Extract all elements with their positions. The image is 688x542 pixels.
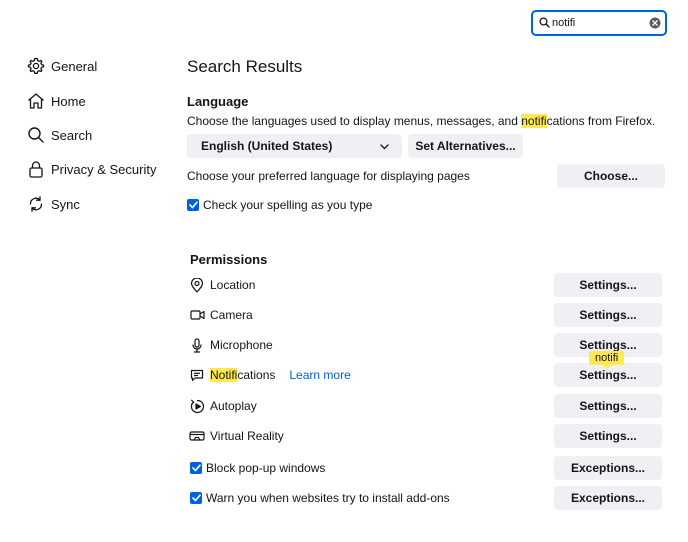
language-description: Choose the languages used to display men… <box>187 114 656 128</box>
pages-language-description: Choose your preferred language for displ… <box>187 169 470 183</box>
permission-row-virtual-reality: Virtual Reality <box>189 426 284 446</box>
search-highlight: notifi <box>521 114 547 128</box>
permission-label: Microphone <box>210 338 273 352</box>
popup-exceptions-button[interactable]: Exceptions... <box>554 456 662 480</box>
choose-language-button[interactable]: Choose... <box>557 164 665 188</box>
sidebar-item-label: Home <box>51 93 86 109</box>
permission-row-notifications: Notifications Learn more <box>189 365 351 385</box>
permission-row-autoplay: Autoplay <box>189 396 257 416</box>
autoplay-settings-button[interactable]: Settings... <box>554 394 662 418</box>
search-tooltip: notifi <box>589 351 625 369</box>
microphone-icon <box>189 337 205 353</box>
language-select-value: English (United States) <box>201 139 333 153</box>
lock-icon <box>26 159 46 179</box>
sidebar-item-home[interactable]: Home <box>26 89 86 113</box>
page-title: Search Results <box>187 57 303 76</box>
sidebar-item-sync[interactable]: Sync <box>26 192 80 216</box>
addon-exceptions-button[interactable]: Exceptions... <box>554 486 662 510</box>
vr-settings-button[interactable]: Settings... <box>554 424 662 448</box>
location-settings-button[interactable]: Settings... <box>554 273 662 297</box>
language-select[interactable]: English (United States) <box>187 134 402 158</box>
permission-label: Camera <box>210 308 253 322</box>
camera-icon <box>189 307 205 323</box>
spellcheck-row: Check your spelling as you type <box>187 198 372 212</box>
permission-label: Notifications <box>210 368 276 382</box>
search-box[interactable] <box>531 10 667 36</box>
search-highlight: Notifi <box>210 368 238 382</box>
notification-icon <box>189 367 205 383</box>
permission-row-location: Location <box>189 275 255 295</box>
warn-addons-label: Warn you when websites try to install ad… <box>206 491 450 505</box>
permission-row-microphone: Microphone <box>189 335 273 355</box>
permission-label: Virtual Reality <box>210 429 284 443</box>
language-heading: Language <box>187 94 249 109</box>
spellcheck-checkbox[interactable] <box>187 199 199 211</box>
search-input[interactable] <box>552 13 648 33</box>
autoplay-icon <box>189 398 205 414</box>
block-popups-checkbox[interactable] <box>190 462 202 474</box>
learn-more-link[interactable]: Learn more <box>289 368 350 382</box>
warn-addons-row: Warn you when websites try to install ad… <box>190 491 450 505</box>
permission-label: Location <box>210 278 256 292</box>
clear-search-icon[interactable] <box>649 17 661 29</box>
warn-addons-checkbox[interactable] <box>190 492 202 504</box>
permissions-heading: Permissions <box>190 252 268 267</box>
block-popups-row: Block pop-up windows <box>190 461 325 475</box>
home-icon <box>26 91 46 111</box>
sidebar-item-label: General <box>51 58 98 74</box>
sidebar-item-search[interactable]: Search <box>26 123 92 147</box>
permission-label: Autoplay <box>210 399 257 413</box>
sidebar-item-general[interactable]: General <box>26 54 97 78</box>
chevron-down-icon <box>380 144 389 150</box>
spellcheck-label: Check your spelling as you type <box>203 198 373 212</box>
sidebar-item-label: Privacy & Security <box>51 161 157 177</box>
block-popups-label: Block pop-up windows <box>206 461 326 475</box>
permission-row-camera: Camera <box>189 305 253 325</box>
search-icon <box>26 125 46 145</box>
location-pin-icon <box>189 277 205 293</box>
sidebar-item-label: Sync <box>51 196 80 212</box>
sidebar-item-privacy-security[interactable]: Privacy & Security <box>26 157 156 181</box>
sync-icon <box>26 194 46 214</box>
search-icon <box>539 17 550 28</box>
vr-headset-icon <box>189 428 205 444</box>
set-alternatives-button[interactable]: Set Alternatives... <box>408 134 523 158</box>
sidebar-item-label: Search <box>51 127 93 143</box>
gear-icon <box>26 56 46 76</box>
camera-settings-button[interactable]: Settings... <box>554 303 662 327</box>
